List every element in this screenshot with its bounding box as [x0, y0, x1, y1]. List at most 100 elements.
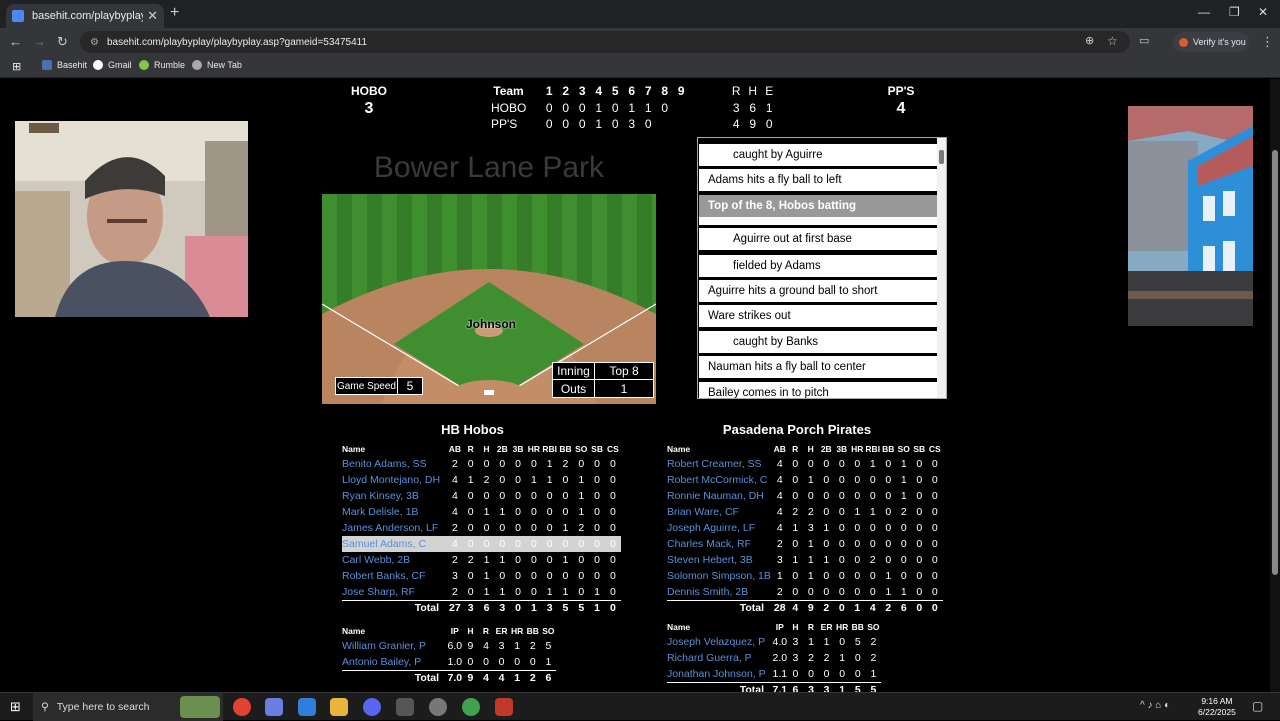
player-name-link[interactable]: Samuel Adams, C: [342, 536, 447, 552]
cast-icon[interactable]: ▭: [1139, 34, 1149, 47]
home-team-name: Pasadena Porch Pirates: [722, 422, 872, 437]
player-name-link[interactable]: Mark Delisle, 1B: [342, 504, 447, 520]
total-cell: 7.0: [447, 669, 463, 686]
table-row[interactable]: James Anderson, LF 2 0 0 0 0 0 0 1 2 0 0: [342, 520, 621, 536]
table-row[interactable]: Robert Banks, CF 3 0 1 0 0 0 0 0 0 0 0: [342, 568, 621, 584]
rhe-label: H: [748, 84, 758, 98]
table-row[interactable]: William Granier, P 6.0 9 4 3 1 2 5: [342, 638, 556, 654]
bookmark-star-icon[interactable]: ☆: [1107, 34, 1118, 48]
scroll-thumb[interactable]: [939, 150, 944, 164]
player-name-link[interactable]: Joseph Aguirre, LF: [667, 520, 772, 536]
player-name-link[interactable]: Antonio Bailey, P: [342, 654, 447, 670]
widget-icon[interactable]: [180, 696, 220, 718]
close-tab-icon[interactable]: ✕: [147, 8, 158, 24]
table-row[interactable]: Charles Mack, RF 2 0 1 0 0 0 0 0 0 0 0: [667, 536, 943, 552]
chrome-icon[interactable]: [233, 698, 251, 716]
player-name-link[interactable]: Brian Ware, CF: [667, 504, 772, 520]
table-row[interactable]: Antonio Bailey, P 1.0 0 0 0 0 0 1: [342, 654, 556, 670]
windows-start-icon[interactable]: ⊞: [10, 699, 21, 715]
player-name-link[interactable]: William Granier, P: [342, 638, 447, 654]
player-name-link[interactable]: Joseph Velazquez, P: [667, 634, 772, 650]
stat-cell: 2: [870, 636, 877, 648]
player-name-link[interactable]: Ryan Kinsey, 3B: [342, 488, 447, 504]
new-tab-button[interactable]: +: [170, 4, 179, 22]
column-header: BB: [526, 626, 539, 636]
forward-icon[interactable]: →: [33, 34, 46, 49]
stat-cell: 1: [776, 570, 783, 582]
table-row[interactable]: Robert McCormick, C40100000100: [667, 472, 943, 488]
table-row[interactable]: Ronnie Nauman, DH 4 0 0 0 0 0 0 0 1 0 0: [667, 488, 943, 504]
table-row[interactable]: Benito Adams, SS 2 0 0 0 0 0 1 2 0 0 0: [342, 456, 621, 472]
rumble-icon: [139, 60, 149, 70]
table-row[interactable]: Samuel Adams, C40000000000: [342, 536, 621, 552]
system-clock[interactable]: 9:16 AM 6/22/2025: [1198, 696, 1236, 718]
player-name-link[interactable]: Richard Guerra, P: [667, 650, 772, 666]
player-name-link[interactable]: James Anderson, LF: [342, 520, 447, 536]
play-by-play-scrollbar[interactable]: [937, 138, 946, 398]
table-row[interactable]: Jose Sharp, RF 2 0 1 1 0 0 1 1 0 1 0: [342, 584, 621, 600]
menu-icon[interactable]: ⋮: [1261, 34, 1274, 50]
close-window-icon[interactable]: ✕: [1258, 5, 1268, 19]
table-row[interactable]: Carl Webb, 2B 2 2 1 1 0 0 0 1 0 0 0: [342, 552, 621, 568]
page-scroll-thumb[interactable]: [1272, 150, 1278, 575]
table-row[interactable]: Joseph Aguirre, LF 4 1 3 1 0 0 0 0 0 0 0: [667, 520, 943, 536]
player-name-link[interactable]: Robert Creamer, SS: [667, 456, 772, 472]
reload-icon[interactable]: ↻: [57, 34, 68, 50]
bookmark-basehit[interactable]: Basehit: [42, 60, 87, 70]
player-name-link[interactable]: Ronnie Nauman, DH: [667, 488, 772, 504]
play-by-play-list[interactable]: caught by Aguirre Adams hits a fly ball t…: [697, 137, 947, 399]
notifications-icon[interactable]: ▢: [1252, 699, 1263, 713]
restore-icon[interactable]: ❐: [1229, 5, 1240, 19]
player-name-link[interactable]: Charles Mack, RF: [667, 536, 772, 552]
stat-cell: 0: [916, 554, 923, 566]
table-row[interactable]: Jonathan Johnson, P 1.1 0 0 0 0 0 1: [667, 666, 881, 682]
game-speed-control[interactable]: Game Speed 5: [335, 377, 423, 395]
player-name-link[interactable]: Jose Sharp, RF: [342, 584, 447, 600]
stat-cell: 0: [916, 458, 923, 470]
bookmark-rumble[interactable]: Rumble: [139, 60, 185, 70]
player-name-link[interactable]: Robert Banks, CF: [342, 568, 447, 584]
player-name-link[interactable]: Lloyd Montejano, DH: [342, 472, 447, 488]
file-explorer-icon[interactable]: [330, 698, 348, 716]
player-name-link[interactable]: Solomon Simpson, 1B: [667, 568, 772, 584]
table-row[interactable]: Solomon Simpson, 1B 1 0 1 0 0 0 0 1 0 0 0: [667, 568, 943, 584]
table-row[interactable]: Robert Creamer, SS 4 0 0 0 0 0 1 0 1 0 0: [667, 456, 943, 472]
back-icon[interactable]: ←: [9, 34, 22, 49]
player-name-link[interactable]: Steven Hebert, 3B: [667, 552, 772, 568]
player-name-link[interactable]: Benito Adams, SS: [342, 456, 447, 472]
stat-cell: 0: [525, 536, 542, 552]
store-icon[interactable]: [298, 698, 316, 716]
inning-runs: 1: [595, 101, 603, 115]
table-row[interactable]: Steven Hebert, 3B 3 1 1 1 0 0 2 0 0 0 0: [667, 552, 943, 568]
player-name-link[interactable]: Dennis Smith, 2B: [667, 584, 772, 600]
stat-cell: 1: [562, 585, 569, 598]
table-row[interactable]: Ryan Kinsey, 3B 4 0 0 0 0 0 0 0 1 0 0: [342, 488, 621, 504]
tray-icons[interactable]: ^ ♪ ⌂ ◐: [1140, 700, 1170, 711]
app-24-icon[interactable]: [462, 698, 480, 716]
table-row[interactable]: Dennis Smith, 2B 2 0 0 0 0 0 0 1 1 0 0: [667, 584, 943, 600]
player-name-link[interactable]: Robert McCormick, C: [667, 472, 772, 488]
discord-icon[interactable]: [363, 698, 381, 716]
table-row[interactable]: Lloyd Montejano, DH 4 1 2 0 0 1 1 0 1 0 0: [342, 472, 621, 488]
site-info-icon[interactable]: ⚙: [90, 37, 99, 48]
player-name-link[interactable]: Carl Webb, 2B: [342, 552, 447, 568]
app-icon[interactable]: [396, 698, 414, 716]
browser-tab[interactable]: basehit.com/playbyplay/playbyp ✕: [6, 4, 164, 28]
copilot-icon[interactable]: [265, 698, 283, 716]
player-name-link[interactable]: Jonathan Johnson, P: [667, 666, 772, 682]
zoom-icon[interactable]: ⊕: [1085, 34, 1094, 47]
game-speed-value[interactable]: 5: [398, 378, 422, 394]
table-row[interactable]: Brian Ware, CF 4 2 2 0 0 1 1 0 2 0 0: [667, 504, 943, 520]
apps-icon[interactable]: ⊞: [12, 60, 21, 73]
address-bar[interactable]: ⚙ basehit.com/playbyplay/playbyplay.asp?…: [80, 31, 1130, 53]
bookmark-new-tab[interactable]: New Tab: [192, 60, 242, 70]
minimize-icon[interactable]: —: [1198, 5, 1210, 19]
verify-profile-button[interactable]: Verify it's you: [1173, 32, 1249, 52]
app-red-icon[interactable]: [495, 698, 513, 716]
table-row[interactable]: Richard Guerra, P 2.0 3 2 2 1 0 2: [667, 650, 881, 666]
steam-icon[interactable]: [429, 698, 447, 716]
total-cell: 4: [493, 669, 510, 686]
table-row[interactable]: Mark Delisle, 1B 4 0 1 1 0 0 0 0 1 0 0: [342, 504, 621, 520]
bookmark-gmail[interactable]: Gmail: [93, 60, 132, 70]
table-row[interactable]: Joseph Velazquez, P 4.0 3 1 1 0 5 2: [667, 634, 881, 650]
